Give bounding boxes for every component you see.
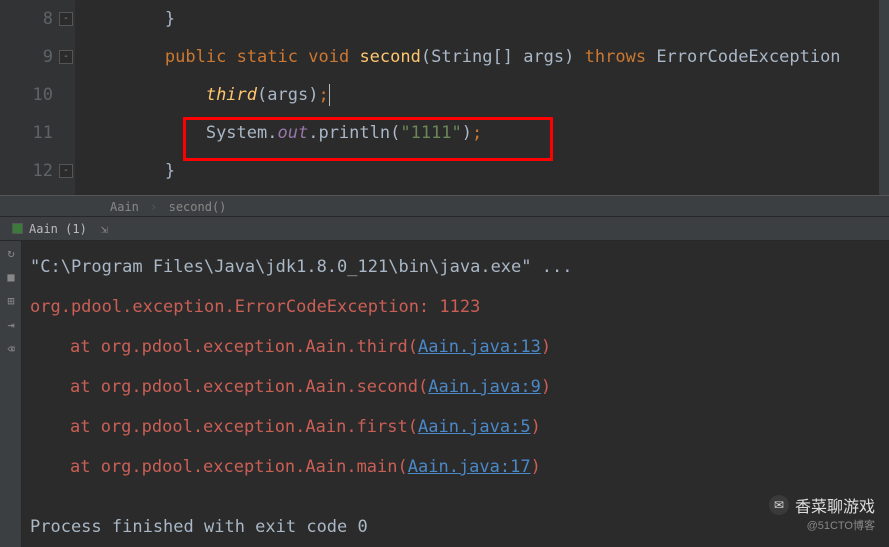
stack-trace-line: at org.pdool.exception.Aain.main(Aain.ja… — [30, 447, 881, 487]
code-editor[interactable]: 8 9 10 11 12 - - - } public static void … — [0, 0, 889, 195]
line-number: 10 — [0, 76, 53, 114]
console-tab[interactable]: Aain (1) ⇲ — [0, 217, 120, 240]
code-line: System.out.println("1111"); — [83, 114, 889, 152]
caret — [329, 84, 330, 106]
fold-column: - - - — [57, 0, 75, 195]
console-output[interactable]: "C:\Program Files\Java\jdk1.8.0_121\bin\… — [22, 241, 889, 547]
line-number: 12 — [0, 152, 53, 190]
rerun-icon[interactable]: ↻ — [0, 241, 22, 265]
scrollbar[interactable] — [879, 0, 889, 195]
code-line: } — [83, 0, 889, 38]
export-icon[interactable]: ⇥ — [0, 313, 22, 337]
clear-icon[interactable]: ⌫ — [0, 337, 22, 361]
code-line: public static void second(String[] args)… — [83, 38, 889, 76]
fold-icon[interactable]: - — [59, 12, 73, 26]
code-content[interactable]: } public static void second(String[] arg… — [75, 0, 889, 195]
layout-icon[interactable]: ⊞ — [0, 289, 22, 313]
breadcrumb[interactable]: Aain › second() — [0, 195, 889, 217]
watermark-text: 香菜聊游戏 — [795, 493, 875, 517]
fold-icon[interactable]: - — [59, 164, 73, 178]
stack-trace-link[interactable]: Aain.java:9 — [428, 377, 541, 397]
breadcrumb-method[interactable]: second() — [169, 200, 227, 214]
wechat-icon: ✉ — [769, 495, 789, 515]
run-config-icon — [12, 223, 23, 234]
line-number: 8 — [0, 0, 53, 38]
console-exit: Process finished with exit code 0 — [30, 507, 881, 547]
line-number: 9 — [0, 38, 53, 76]
pin-icon[interactable]: ⇲ — [101, 217, 108, 241]
stack-trace-line: at org.pdool.exception.Aain.third(Aain.j… — [30, 327, 881, 367]
watermark-sub: @51CTO博客 — [769, 517, 875, 533]
tab-label: Aain (1) — [29, 217, 87, 241]
console-command: "C:\Program Files\Java\jdk1.8.0_121\bin\… — [30, 247, 881, 287]
breadcrumb-class[interactable]: Aain — [110, 200, 139, 214]
stack-trace-line: at org.pdool.exception.Aain.second(Aain.… — [30, 367, 881, 407]
stack-trace-link[interactable]: Aain.java:17 — [408, 457, 531, 477]
code-line: third(args); — [83, 76, 889, 114]
code-line: } — [83, 152, 889, 190]
console-tabbar: Aain (1) ⇲ — [0, 217, 889, 241]
breadcrumb-separator: › — [150, 200, 157, 214]
line-number: 11 — [0, 114, 53, 152]
stop-icon[interactable]: ■ — [0, 265, 22, 289]
fold-icon[interactable]: - — [59, 50, 73, 64]
stack-trace-link[interactable]: Aain.java:13 — [418, 337, 541, 357]
stack-trace-line: at org.pdool.exception.Aain.first(Aain.j… — [30, 407, 881, 447]
watermark: ✉ 香菜聊游戏 @51CTO博客 — [769, 493, 875, 533]
console-toolbar: ↻ ■ ⊞ ⇥ ⌫ — [0, 241, 22, 547]
gutter: 8 9 10 11 12 - - - — [0, 0, 75, 195]
console-exception: org.pdool.exception.ErrorCodeException: … — [30, 287, 881, 327]
stack-trace-link[interactable]: Aain.java:5 — [418, 417, 531, 437]
